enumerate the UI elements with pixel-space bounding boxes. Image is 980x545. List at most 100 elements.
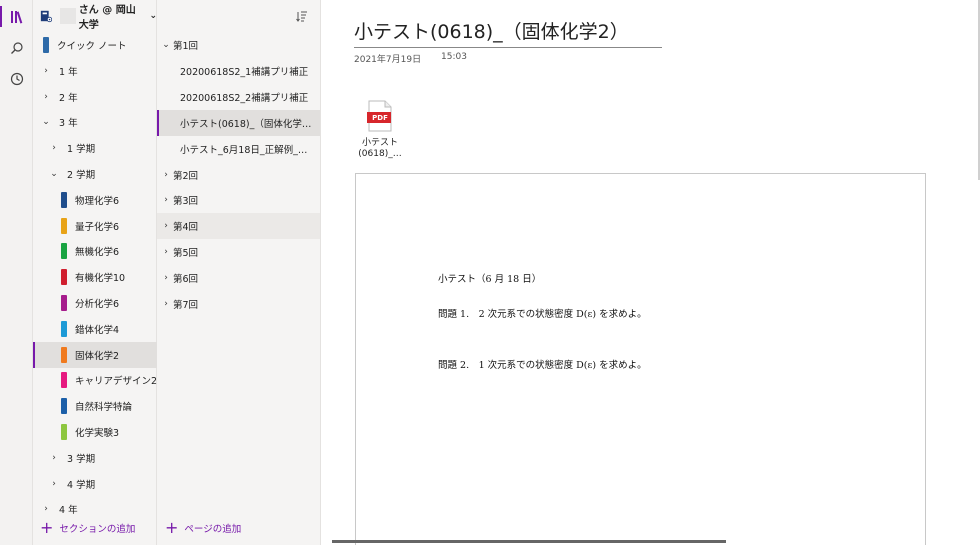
pdf-badge: PDF: [372, 114, 388, 122]
section-group[interactable]: › 1 年: [33, 58, 157, 84]
page-item[interactable]: 20200618S2_2補講プリ補正: [157, 84, 320, 110]
section-label: 2 年: [59, 92, 78, 104]
chevron-right-icon[interactable]: ›: [41, 504, 51, 514]
add-page-button[interactable]: + ページの追加: [165, 517, 241, 539]
selection-indicator: [33, 341, 35, 368]
chevron-right-icon[interactable]: ›: [41, 92, 51, 102]
chevron-down-icon[interactable]: ⌄: [41, 117, 51, 127]
chevron-down-icon[interactable]: ⌄: [49, 169, 59, 179]
section-color-tab-icon: [61, 320, 67, 337]
section-item[interactable]: 有機化学10: [33, 264, 157, 290]
page-label: 20200618S2_1補講プリ補正: [180, 66, 309, 78]
add-page-label: ページの追加: [184, 524, 242, 535]
page-group[interactable]: › 第2回: [157, 162, 320, 188]
section-label: クイック ノート: [57, 41, 127, 52]
avatar: [60, 8, 76, 24]
chevron-right-icon[interactable]: ›: [161, 170, 171, 180]
section-group[interactable]: › 1 学期: [33, 135, 157, 161]
section-item[interactable]: 化学実験3: [33, 419, 157, 445]
page-group[interactable]: › 第5回: [157, 239, 320, 265]
section-color-tab-icon: [61, 346, 67, 363]
section-color-tab-icon: [61, 217, 67, 234]
chevron-right-icon[interactable]: ›: [161, 299, 171, 309]
page-group[interactable]: › 第6回: [157, 265, 320, 291]
section-color-tab-icon: [61, 424, 67, 440]
attachment-label: 小テスト (0618)_…: [354, 138, 406, 160]
notebooks-button[interactable]: [0, 1, 33, 32]
section-group[interactable]: ⌄ 3 年: [33, 109, 157, 135]
section-item[interactable]: 無機化学6: [33, 238, 157, 264]
section-label: 量子化学6: [75, 221, 120, 233]
page-title[interactable]: 小テスト(0618)_（固体化学2）: [354, 17, 629, 44]
page-time: 15:03: [441, 52, 467, 62]
notebook-switcher[interactable]: さん @ 岡山大学 ⌄: [33, 0, 157, 32]
section-label: 1 学期: [67, 144, 96, 156]
section-group[interactable]: › 2 年: [33, 84, 157, 110]
selection-indicator: [157, 109, 159, 136]
chevron-right-icon[interactable]: ›: [49, 143, 59, 153]
section-item[interactable]: 物理化学6: [33, 187, 157, 213]
section-group[interactable]: ⌄ 2 学期: [33, 161, 157, 187]
section-color-tab-icon: [61, 372, 67, 389]
page-item[interactable]: 小テスト_6月18日_正解例_固体...: [157, 136, 320, 162]
library-icon: [10, 10, 22, 24]
section-label: 錯体化学4: [75, 324, 120, 336]
attachment-label-line2: (0618)_…: [358, 149, 402, 159]
page-group[interactable]: › 第3回: [157, 187, 320, 213]
page-item[interactable]: 20200618S2_1補講プリ補正: [157, 58, 320, 84]
section-label: 化学実験3: [75, 428, 120, 439]
pdf-attachment[interactable]: PDF 小テスト (0618)_…: [354, 100, 406, 160]
page-label: 小テスト_6月18日_正解例_固体...: [180, 144, 315, 156]
section-label: 3 学期: [67, 453, 96, 465]
pdf-printout: 小テスト（6 月 18 日） 問題 1. 2 次元系での状態密度 D(ε) を求…: [355, 173, 926, 545]
clock-icon: [10, 72, 23, 85]
page-label: 第6回: [173, 274, 199, 286]
section-label: 1 年: [59, 66, 78, 78]
chevron-right-icon[interactable]: ›: [161, 247, 171, 257]
section-label: 4 年: [59, 505, 78, 517]
section-label: 3 年: [59, 118, 78, 130]
page-canvas[interactable]: 小テスト(0618)_（固体化学2） 2021年7月19日 15:03 PDF …: [321, 0, 980, 545]
section-item[interactable]: クイック ノート: [33, 32, 157, 58]
horizontal-scrollbar[interactable]: [332, 540, 726, 543]
page-label: 第7回: [173, 300, 199, 311]
recent-button[interactable]: [0, 63, 33, 94]
section-label: 4 学期: [67, 479, 96, 491]
chevron-right-icon[interactable]: ›: [49, 453, 59, 463]
chevron-right-icon[interactable]: ›: [161, 273, 171, 283]
title-underline: [354, 47, 662, 48]
section-label: 自然科学特論: [75, 402, 133, 414]
page-item[interactable]: 小テスト(0618)_（固体化学2）: [157, 109, 320, 136]
notebook-icon: [40, 10, 53, 23]
section-color-tab-icon: [61, 243, 67, 260]
section-item[interactable]: 自然科学特論: [33, 393, 157, 419]
section-label: 固体化学2: [75, 350, 120, 362]
sort-icon[interactable]: [296, 10, 308, 22]
search-button[interactable]: [0, 32, 33, 63]
section-item[interactable]: 分析化学6: [33, 290, 157, 316]
section-label: 2 学期: [67, 170, 96, 181]
page-label: 第1回: [173, 41, 199, 52]
page-group[interactable]: › 第7回: [157, 291, 320, 317]
page-group[interactable]: ⌄ 第1回: [157, 32, 320, 58]
section-item[interactable]: キャリアデザイン2: [33, 367, 157, 393]
section-item[interactable]: 錯体化学4: [33, 316, 157, 342]
section-label: 無機化学6: [75, 247, 120, 259]
chevron-down-icon: ⌄: [149, 11, 158, 21]
chevron-right-icon[interactable]: ›: [49, 479, 59, 489]
chevron-right-icon[interactable]: ›: [41, 66, 51, 76]
section-color-tab-icon: [61, 398, 67, 415]
notebook-name: さん @ 岡山大学: [78, 5, 136, 31]
page-label: 第5回: [173, 248, 199, 260]
section-item[interactable]: 固体化学2: [33, 341, 157, 368]
page-label: 小テスト(0618)_（固体化学2）: [180, 118, 315, 130]
section-label: 物理化学6: [75, 195, 120, 207]
section-group[interactable]: › 4 学期: [33, 471, 157, 497]
chevron-down-icon[interactable]: ⌄: [161, 40, 171, 50]
chevron-right-icon[interactable]: ›: [161, 195, 171, 205]
chevron-right-icon[interactable]: ›: [161, 221, 171, 231]
add-section-button[interactable]: + セクションの追加: [40, 517, 135, 539]
section-item[interactable]: 量子化学6: [33, 213, 157, 239]
section-group[interactable]: › 3 学期: [33, 445, 157, 471]
page-group[interactable]: › 第4回: [157, 213, 320, 240]
